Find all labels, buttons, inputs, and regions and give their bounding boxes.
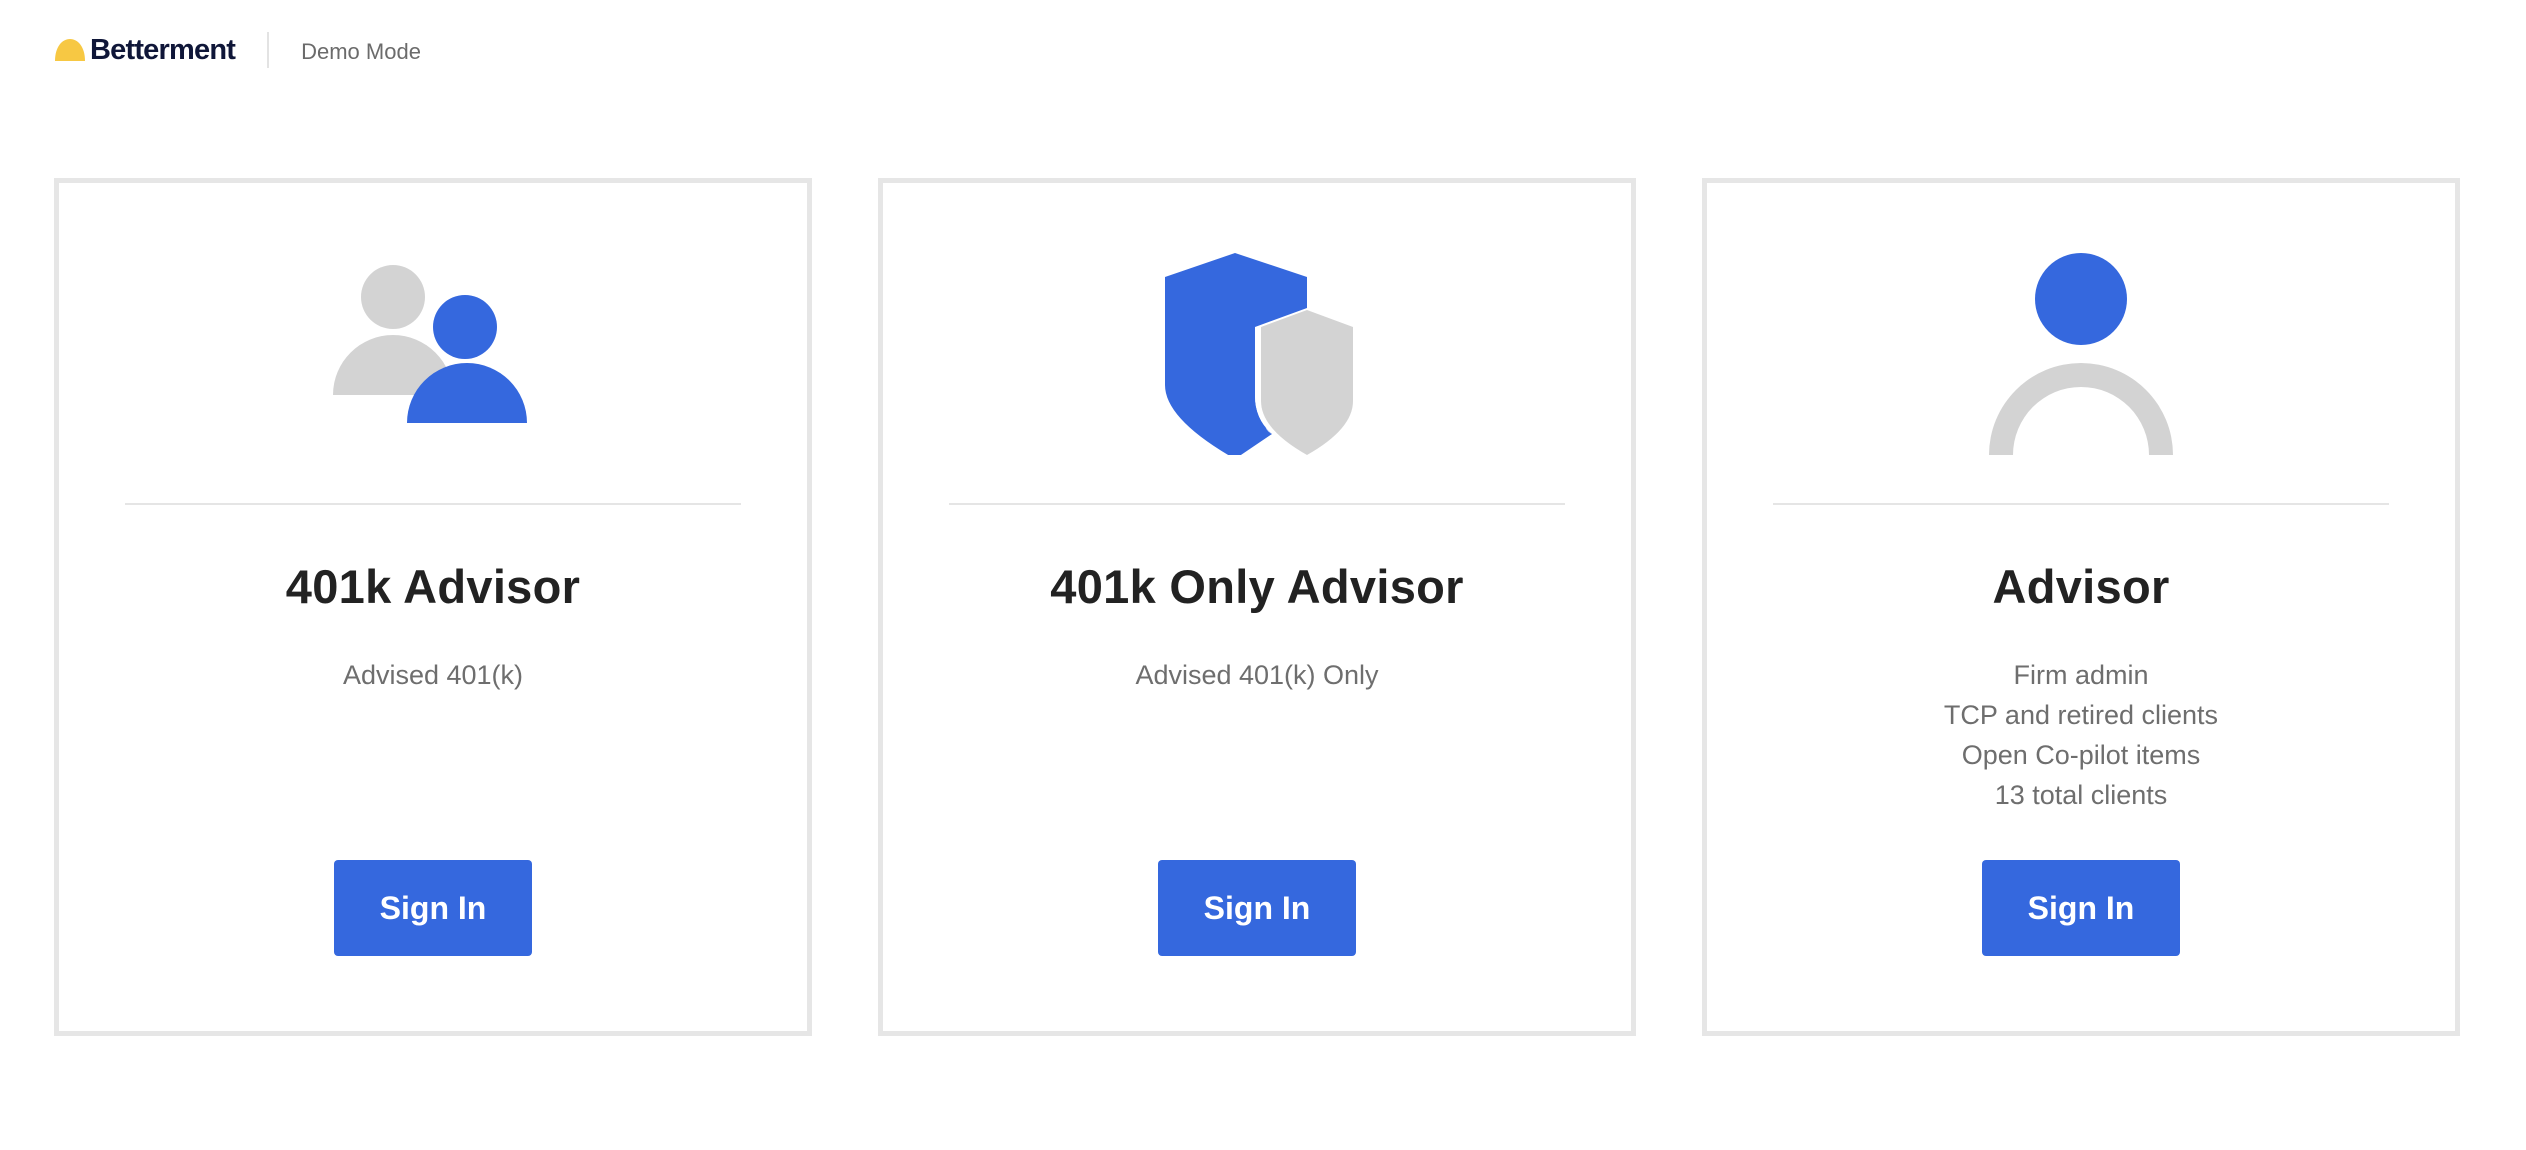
user-icon — [1989, 253, 2173, 455]
top-bar: Betterment Demo Mode — [54, 28, 421, 72]
card-title: 401k Only Advisor — [1050, 560, 1464, 613]
card-description-line: 13 total clients — [1994, 780, 2168, 810]
card-divider — [949, 503, 1565, 505]
role-card-advisor: Advisor Firm admin TCP and retired clien… — [1702, 178, 2460, 1036]
two-users-icon — [333, 265, 527, 423]
role-card-401k-only-advisor: 401k Only Advisor Advised 401(k) Only Si… — [878, 178, 1636, 1036]
sign-in-button[interactable]: Sign In — [1982, 860, 2180, 956]
card-description-line: TCP and retired clients — [1943, 700, 2219, 730]
demo-mode-label: Demo Mode — [301, 39, 421, 64]
card-description-line: Advised 401(k) — [342, 660, 524, 690]
role-cards: 401k Advisor Advised 401(k) Sign In 401k… — [54, 178, 2460, 1036]
role-card-401k-advisor: 401k Advisor Advised 401(k) Sign In — [54, 178, 812, 1036]
sign-in-button[interactable]: Sign In — [1158, 860, 1356, 956]
card-description: Advised 401(k) Only — [883, 655, 1631, 695]
card-description-line: Advised 401(k) Only — [1135, 660, 1379, 690]
brand-logo[interactable]: Betterment — [54, 33, 236, 67]
header-divider — [267, 32, 270, 68]
card-description: Advised 401(k) — [59, 655, 807, 695]
brand-name: Betterment — [90, 33, 236, 66]
card-description: Firm admin TCP and retired clients Open … — [1707, 655, 2455, 815]
card-title: Advisor — [1992, 560, 2170, 613]
card-description-line: Open Co-pilot items — [1961, 740, 2201, 770]
sun-logo-icon — [55, 39, 85, 61]
card-title: 401k Advisor — [285, 560, 581, 613]
card-description-line: Firm admin — [2013, 660, 2149, 690]
shield-icon — [1165, 253, 1353, 455]
card-divider — [1773, 503, 2389, 505]
card-divider — [125, 503, 741, 505]
sign-in-button[interactable]: Sign In — [334, 860, 532, 956]
